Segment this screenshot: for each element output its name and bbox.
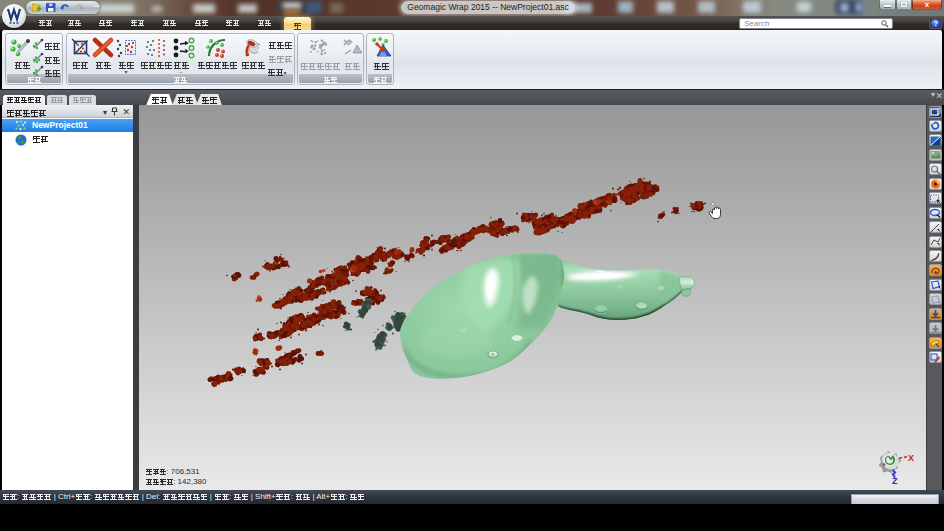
svg-text:X: X	[908, 452, 914, 462]
svg-text:Z: Z	[892, 475, 898, 485]
